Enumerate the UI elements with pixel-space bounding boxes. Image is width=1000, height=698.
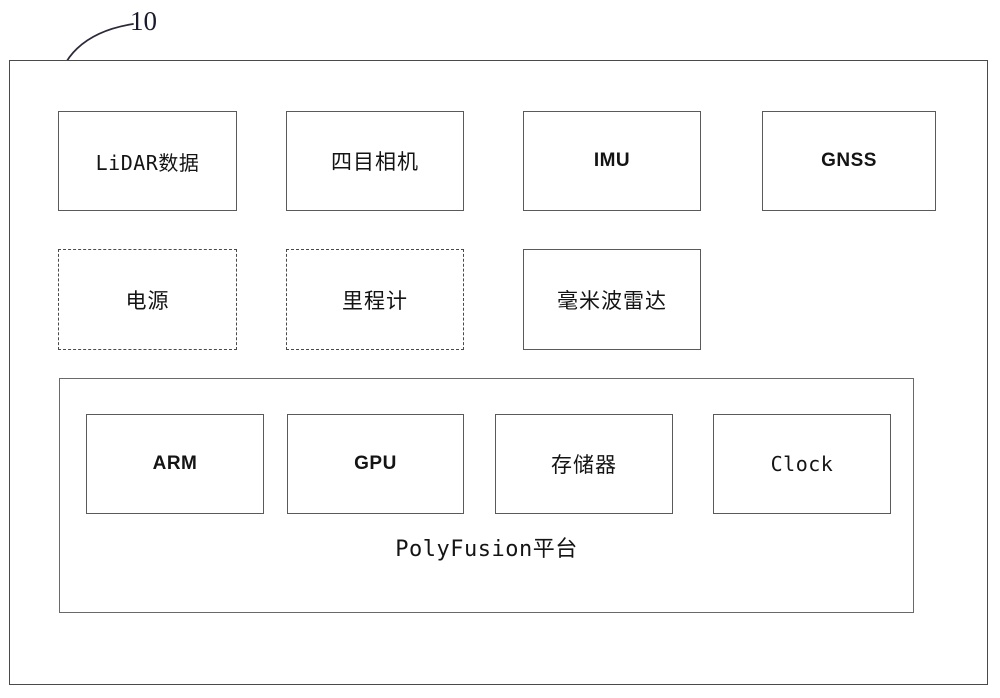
platform-component-gpu[interactable]: GPU (287, 414, 464, 514)
module-imu[interactable]: IMU (523, 111, 701, 211)
polyfusion-platform-container: ARM GPU 存储器 Clock PolyFusion平台 (59, 378, 914, 613)
module-odometer[interactable]: 里程计 (286, 249, 464, 350)
platform-component-label: 存储器 (551, 453, 617, 477)
module-power-supply[interactable]: 电源 (58, 249, 237, 350)
module-label: 四目相机 (331, 150, 419, 174)
reference-numeral: 10 (130, 6, 157, 36)
module-label: 毫米波雷达 (557, 288, 667, 313)
module-label: GNSS (821, 150, 877, 171)
module-label: LiDAR数据 (95, 150, 200, 175)
platform-component-clock[interactable]: Clock (713, 414, 891, 514)
module-millimeter-wave-radar[interactable]: 毫米波雷达 (523, 249, 701, 350)
platform-component-label: Clock (770, 452, 834, 476)
figure-diagram: 10 LiDAR数据 四目相机 IMU GNSS 电源 里程计 毫米波雷达 AR… (0, 0, 1000, 698)
module-label: 电源 (125, 288, 170, 313)
module-lidar-data[interactable]: LiDAR数据 (58, 111, 237, 211)
platform-component-memory[interactable]: 存储器 (495, 414, 673, 514)
module-quad-camera[interactable]: 四目相机 (286, 111, 464, 211)
module-label: 里程计 (342, 288, 408, 313)
platform-title: PolyFusion平台 (395, 537, 578, 562)
platform-component-label: ARM (152, 453, 198, 474)
module-gnss[interactable]: GNSS (762, 111, 936, 211)
platform-component-arm[interactable]: ARM (86, 414, 264, 514)
module-label: IMU (593, 150, 631, 171)
platform-component-label: GPU (354, 453, 397, 474)
